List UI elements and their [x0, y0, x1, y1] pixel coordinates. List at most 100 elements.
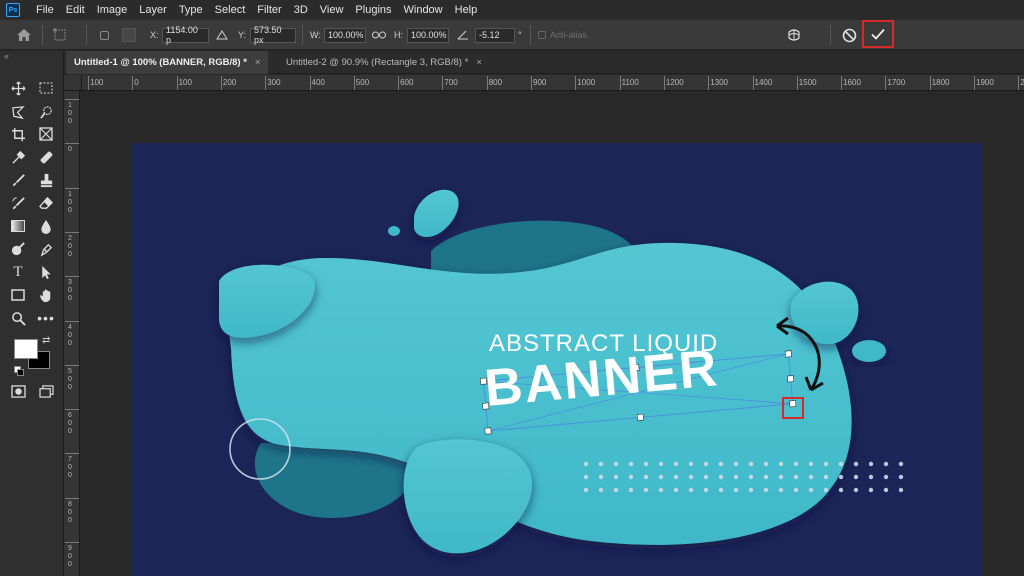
- menu-plugins[interactable]: Plugins: [349, 0, 397, 20]
- swap-colors-icon[interactable]: ⇄: [42, 335, 50, 346]
- degree-unit: °: [518, 30, 522, 40]
- ruler-tick: [885, 76, 887, 90]
- collapse-panel-icon[interactable]: «: [4, 51, 9, 61]
- eraser-icon[interactable]: [35, 193, 57, 213]
- close-tab-icon[interactable]: ×: [255, 57, 261, 68]
- ruler-tick: [663, 76, 665, 90]
- gradient-icon[interactable]: [7, 216, 29, 236]
- transform-reference-icon[interactable]: [53, 20, 67, 50]
- reference-point-checkbox[interactable]: [100, 20, 109, 50]
- home-icon[interactable]: [16, 20, 32, 50]
- ruler-label: 100: [90, 78, 104, 87]
- foreground-color-overlay[interactable]: [14, 339, 38, 359]
- photoshop-logo-icon[interactable]: Ps: [6, 3, 20, 17]
- cancel-icon[interactable]: [842, 20, 857, 50]
- tab-untitled-1[interactable]: Untitled-1 @ 100% (BANNER, RGB/8) * ×: [66, 51, 269, 74]
- menu-window[interactable]: Window: [398, 0, 449, 20]
- hand-icon[interactable]: [35, 285, 57, 305]
- ruler-tick: [65, 453, 79, 455]
- menu-file[interactable]: File: [30, 0, 60, 20]
- type-icon[interactable]: T: [7, 262, 29, 282]
- anti-alias-checkbox[interactable]: Anti-alias: [538, 20, 587, 50]
- document-canvas[interactable]: ABSTRACT LIQUID BANNER: [131, 143, 982, 576]
- menu-edit[interactable]: Edit: [60, 0, 91, 20]
- blur-icon[interactable]: [35, 216, 57, 236]
- menu-layer[interactable]: Layer: [133, 0, 173, 20]
- angle-input[interactable]: -5.12: [475, 27, 515, 43]
- eyedropper-icon[interactable]: [7, 147, 29, 167]
- brush-icon[interactable]: [7, 170, 29, 190]
- tab-label: Untitled-2 @ 90.9% (Rectangle 3, RGB/8) …: [286, 57, 469, 68]
- angle-icon: [457, 20, 469, 50]
- ruler-label: 700: [444, 78, 458, 87]
- path-selection-icon[interactable]: [35, 262, 57, 282]
- menu-select[interactable]: Select: [209, 0, 252, 20]
- ruler-tick: [398, 76, 400, 90]
- menu-filter[interactable]: Filter: [251, 0, 287, 20]
- ruler-tick: [974, 76, 975, 90]
- quick-mask-icon[interactable]: [7, 381, 29, 401]
- ruler-label: 100: [178, 78, 192, 87]
- ruler-label: 1700: [887, 78, 906, 87]
- ruler-label: 2000: [1020, 78, 1024, 87]
- screen-mode-icon[interactable]: [35, 381, 57, 401]
- quick-select-icon[interactable]: [35, 102, 57, 122]
- menu-help[interactable]: Help: [449, 0, 484, 20]
- tab-label: Untitled-1 @ 100% (BANNER, RGB/8) *: [74, 57, 247, 68]
- lasso-icon[interactable]: [7, 102, 29, 122]
- history-brush-icon[interactable]: [7, 193, 29, 213]
- ruler-tick: [442, 76, 444, 90]
- menu-bar: Ps File Edit Image Layer Type Select Fil…: [0, 0, 1024, 20]
- link-icon[interactable]: [372, 20, 386, 50]
- zoom-icon[interactable]: [7, 308, 29, 328]
- x-position-input[interactable]: 1154.00 p: [162, 25, 209, 45]
- vertical-ruler[interactable]: 100 0 100 200 300 400 500 600 700 800 900: [64, 91, 80, 576]
- default-colors-icon[interactable]: [14, 363, 24, 376]
- ruler-tick: [220, 76, 222, 90]
- ruler-tick: [65, 276, 79, 278]
- ruler-tick: [65, 231, 79, 233]
- tab-untitled-2[interactable]: Untitled-2 @ 90.9% (Rectangle 3, RGB/8) …: [278, 51, 490, 74]
- height-input[interactable]: 100.00%: [407, 27, 449, 43]
- ruler-tick: [929, 76, 931, 90]
- frame-icon[interactable]: [35, 124, 57, 144]
- ruler-tick: [752, 76, 754, 90]
- ruler-tick: [65, 497, 79, 499]
- rect-marquee-icon[interactable]: [35, 78, 57, 98]
- ruler-tick: [841, 76, 843, 90]
- bottom-front-blob: [403, 439, 533, 554]
- crop-icon[interactable]: [7, 124, 29, 144]
- ruler-tick: [65, 542, 79, 543]
- horizontal-ruler[interactable]: 100 0 100 200 300 400 500 600 700 800 900 1000 1100 1…: [82, 75, 1024, 91]
- menu-image[interactable]: Image: [91, 0, 134, 20]
- ruler-label: 300: [267, 78, 281, 87]
- y-position-input[interactable]: 573.50 px: [250, 25, 296, 45]
- close-tab-icon[interactable]: ×: [476, 57, 482, 68]
- move-icon[interactable]: [7, 78, 29, 98]
- ruler-label: 200: [68, 234, 72, 258]
- ruler-label: 700: [68, 456, 72, 480]
- document-tabs: Untitled-1 @ 100% (BANNER, RGB/8) * × Un…: [0, 51, 1024, 74]
- ruler-tick: [65, 320, 79, 322]
- ruler-tick: [176, 76, 178, 90]
- width-input[interactable]: 100.00%: [324, 27, 366, 43]
- ruler-label: 300: [68, 279, 72, 303]
- warp-icon[interactable]: [786, 20, 802, 50]
- pen-icon[interactable]: [35, 239, 57, 259]
- rectangle-shape-icon[interactable]: [7, 285, 29, 305]
- relative-position-icon[interactable]: [216, 20, 228, 50]
- ruler-label: 900: [68, 545, 72, 568]
- clone-stamp-icon[interactable]: [35, 170, 57, 190]
- commit-button[interactable]: [862, 20, 894, 48]
- menu-3d[interactable]: 3D: [288, 0, 314, 20]
- ruler-label: 1500: [798, 78, 817, 87]
- more-tools-icon[interactable]: •••: [35, 308, 57, 328]
- menu-view[interactable]: View: [314, 0, 350, 20]
- menu-type[interactable]: Type: [173, 0, 209, 20]
- ruler-tick: [531, 76, 532, 90]
- healing-brush-icon[interactable]: [35, 147, 57, 167]
- reference-point-grid-icon[interactable]: [122, 20, 136, 50]
- dodge-icon[interactable]: [7, 239, 29, 259]
- ruler-label: 100: [68, 190, 72, 214]
- ruler-label: 1400: [754, 78, 773, 87]
